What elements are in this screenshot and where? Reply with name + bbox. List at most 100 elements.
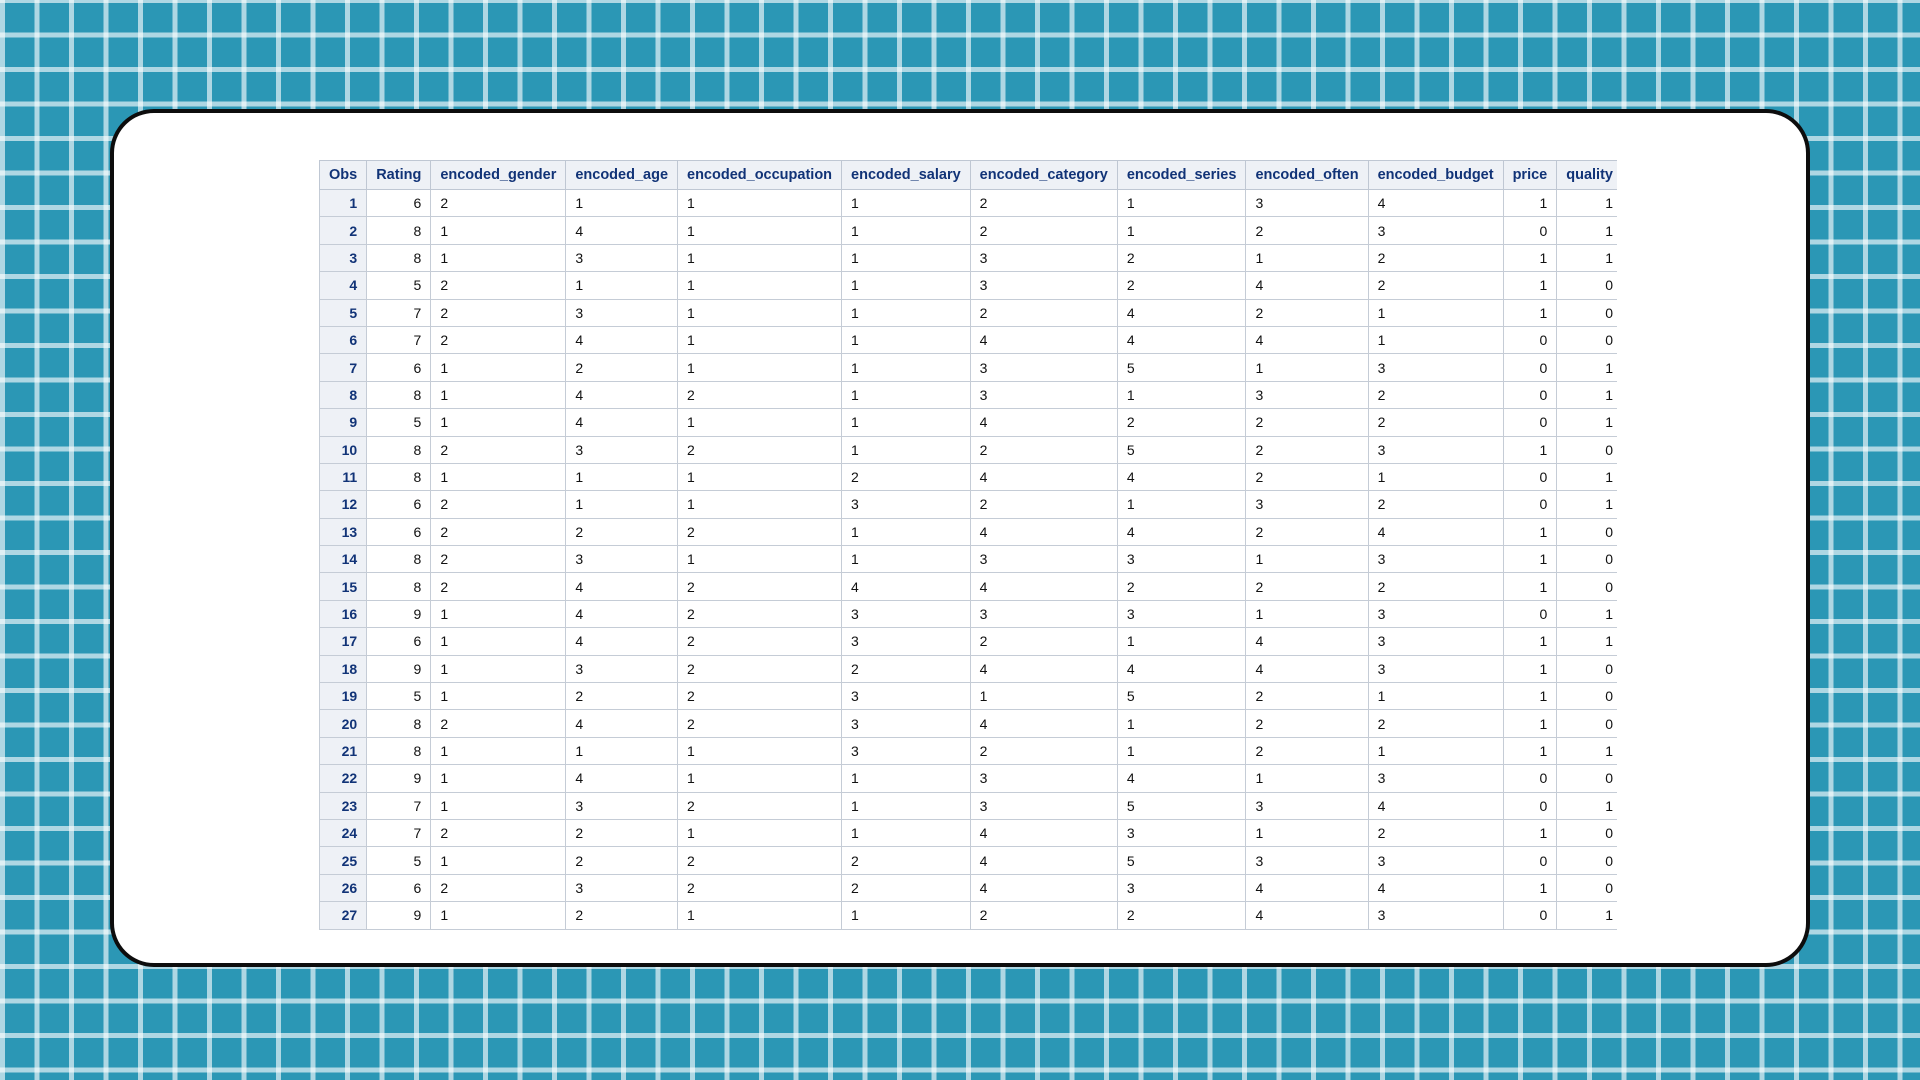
table-row: 25 5 1 2 2 2 4 5 3 3 0 0 — [319, 846, 1617, 875]
table-cell: 4 — [969, 408, 1118, 437]
table-cell: 1 — [677, 901, 843, 930]
column-header[interactable]: quality — [1556, 160, 1617, 190]
table-cell: 2 — [1116, 901, 1247, 930]
column-header[interactable]: encoded_salary — [841, 160, 971, 190]
table-cell: 2 — [1367, 408, 1504, 437]
table-cell: 2 — [1245, 408, 1369, 437]
column-header[interactable]: encoded_often — [1245, 160, 1369, 190]
row-number: 13 — [319, 517, 368, 547]
table-cell: 0 — [1556, 271, 1617, 300]
row-number: 22 — [319, 764, 368, 793]
table-cell: 4 — [969, 873, 1118, 903]
table-cell: 3 — [969, 764, 1118, 793]
table-row: 13 6 2 2 2 1 4 4 2 4 1 0 — [319, 517, 1617, 547]
column-header[interactable]: encoded_budget — [1367, 160, 1504, 190]
column-header[interactable]: encoded_series — [1116, 160, 1247, 190]
table-cell: 4 — [565, 325, 679, 355]
table-cell: 1 — [565, 188, 679, 218]
table-cell: 2 — [1367, 243, 1504, 273]
table-cell: 3 — [1116, 545, 1247, 574]
row-number: 8 — [319, 380, 368, 410]
column-header[interactable]: encoded_occupation — [677, 160, 843, 190]
table-cell: 5 — [366, 408, 432, 437]
table-cell: 7 — [366, 325, 432, 355]
table-cell: 2 — [565, 353, 679, 382]
column-header[interactable]: encoded_age — [565, 160, 679, 190]
table-cell: 6 — [366, 188, 432, 218]
table-cell: 2 — [677, 682, 843, 711]
table-cell: 4 — [1367, 873, 1504, 903]
table-cell: 2 — [430, 271, 567, 300]
table-cell: 2 — [841, 654, 971, 684]
table-cell: 2 — [841, 873, 971, 903]
table-cell: 1 — [1116, 490, 1247, 519]
table-cell: 1 — [1556, 627, 1617, 656]
table-cell: 4 — [565, 380, 679, 410]
table-cell: 3 — [841, 709, 971, 738]
table-cell: 1 — [1556, 243, 1617, 273]
table-cell: 4 — [1116, 298, 1247, 327]
table-cell: 3 — [565, 435, 679, 464]
table-cell: 3 — [1116, 599, 1247, 629]
table-cell: 3 — [969, 353, 1118, 382]
table-cell: 5 — [1116, 791, 1247, 820]
table-cell: 0 — [1556, 435, 1617, 464]
table-cell: 2 — [565, 818, 679, 848]
column-header[interactable]: Obs — [319, 160, 368, 190]
table-cell: 3 — [1245, 791, 1369, 820]
table-cell: 1 — [841, 408, 971, 437]
table-cell: 2 — [1116, 243, 1247, 273]
table-cell: 1 — [1367, 682, 1504, 711]
column-header[interactable]: Rating — [366, 160, 432, 190]
table-cell: 1 — [841, 791, 971, 820]
table-cell: 2 — [565, 517, 679, 547]
table-cell: 3 — [969, 599, 1118, 629]
table-cell: 2 — [1367, 818, 1504, 848]
table-cell: 4 — [1245, 271, 1369, 300]
table-row: 11 8 1 1 1 2 4 4 2 1 0 1 — [319, 462, 1617, 492]
table-row: 12 6 2 1 1 3 2 1 3 2 0 1 — [319, 490, 1617, 519]
table-cell: 2 — [677, 599, 843, 629]
row-number: 21 — [319, 736, 368, 766]
table-cell: 1 — [430, 380, 567, 410]
table-cell: 3 — [1367, 216, 1504, 245]
table-cell: 2 — [1245, 682, 1369, 711]
row-number: 27 — [319, 901, 368, 930]
table-cell: 1 — [1556, 188, 1617, 218]
table-cell: 1 — [677, 325, 843, 355]
table-cell: 4 — [969, 517, 1118, 547]
table-cell: 1 — [841, 764, 971, 793]
table-cell: 1 — [430, 654, 567, 684]
table-cell: 8 — [366, 435, 432, 464]
table-cell: 0 — [1502, 901, 1558, 930]
table-cell: 1 — [677, 271, 843, 300]
table-cell: 1 — [841, 271, 971, 300]
column-header[interactable]: encoded_gender — [430, 160, 567, 190]
table-cell: 4 — [1245, 325, 1369, 355]
table-cell: 4 — [565, 408, 679, 437]
table-cell: 1 — [677, 736, 843, 766]
table-cell: 2 — [1367, 271, 1504, 300]
table-cell: 1 — [677, 545, 843, 574]
table-cell: 1 — [1367, 325, 1504, 355]
table-row: 951411422201 — [319, 408, 1617, 437]
column-header[interactable]: encoded_category — [969, 160, 1118, 190]
table-cell: 7 — [366, 791, 432, 820]
table-cell: 1 — [1502, 435, 1558, 464]
data-table-viewport[interactable]: Obs Rating encoded_gender encoded_age encode… — [319, 160, 1617, 932]
table-cell: 0 — [1556, 818, 1617, 848]
table-cell: 6 — [366, 517, 432, 547]
row-number: 18 — [319, 654, 368, 684]
table-row: 572311242110 — [319, 298, 1617, 327]
table-cell: 5 — [1116, 353, 1247, 382]
column-header[interactable]: price — [1502, 160, 1558, 190]
table-cell: 9 — [366, 599, 432, 629]
table-cell: 0 — [1556, 654, 1617, 684]
table-cell: 4 — [1245, 901, 1369, 930]
table-cell: 0 — [1502, 216, 1558, 245]
table-cell: 1 — [1502, 654, 1558, 684]
table-cell: 2 — [969, 627, 1118, 656]
table-cell: 2 — [430, 709, 567, 738]
table-cell: 1 — [677, 298, 843, 327]
table-cell: 2 — [1245, 462, 1369, 492]
